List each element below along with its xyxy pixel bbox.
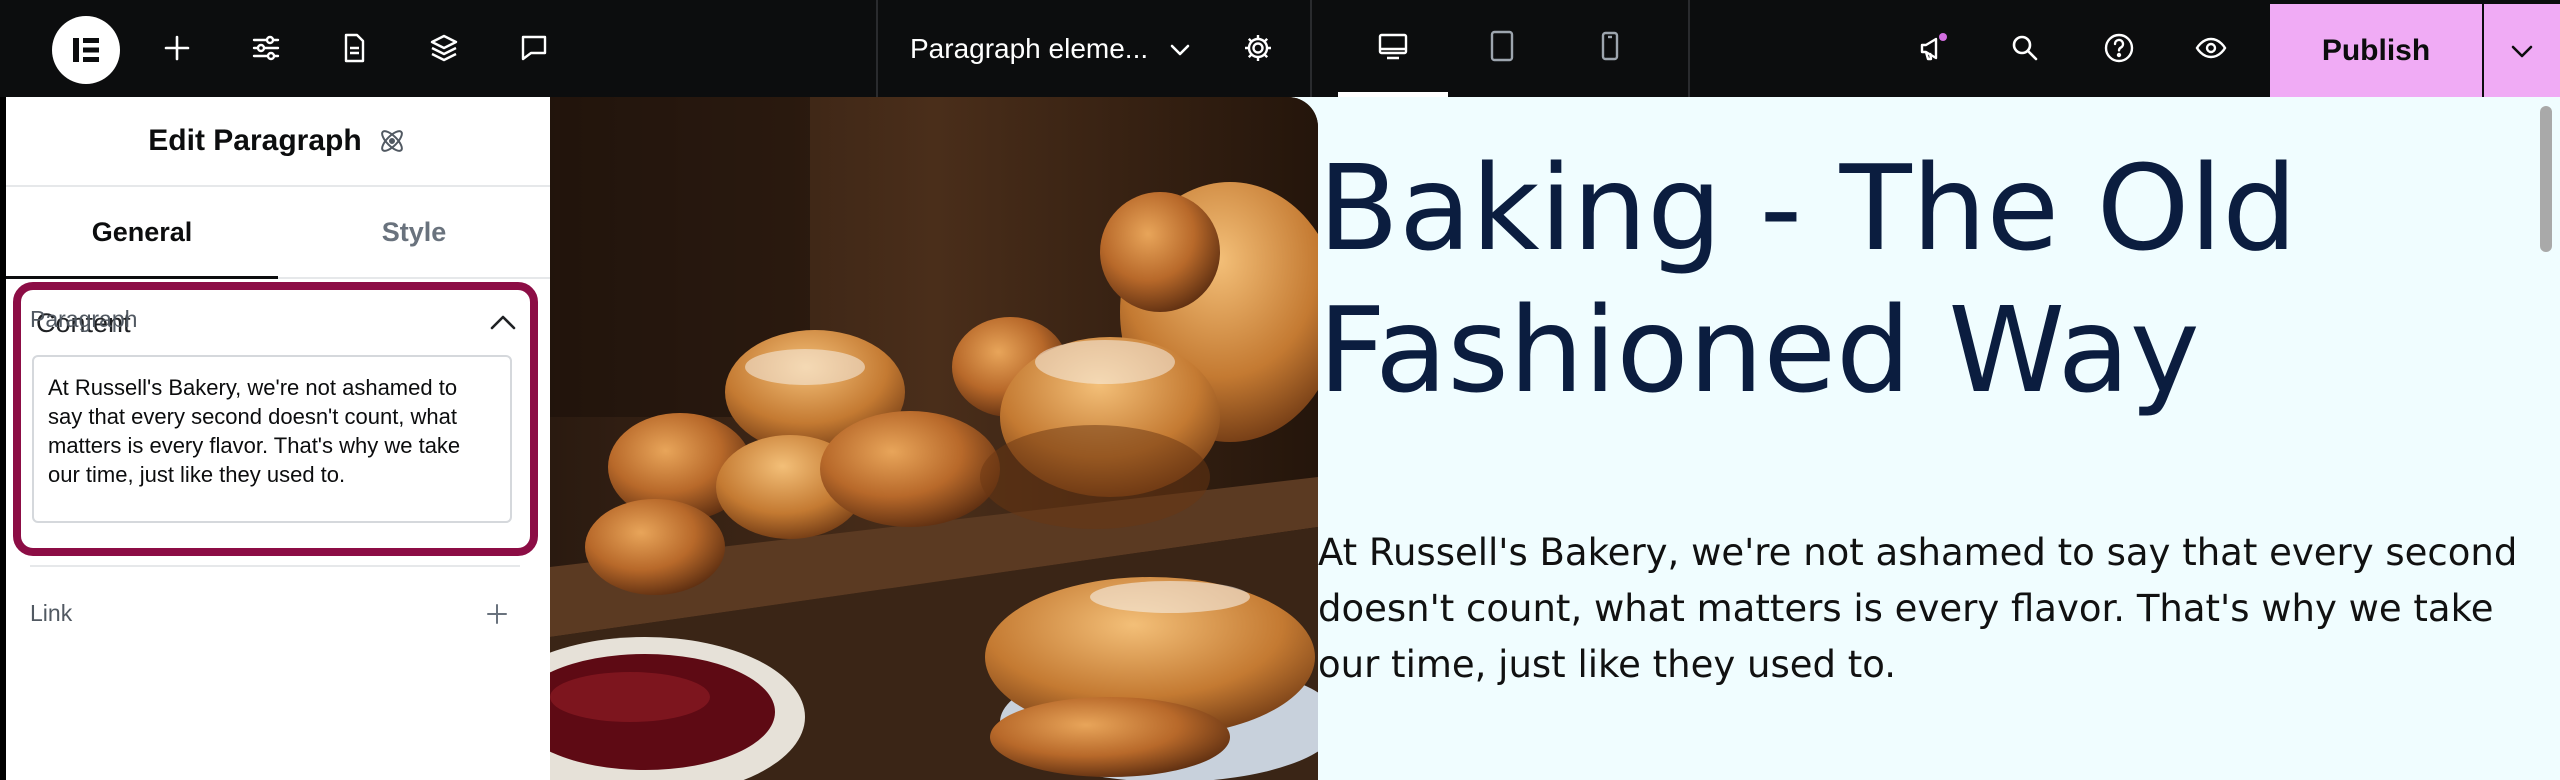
help-icon[interactable] <box>2099 28 2139 68</box>
link-label: Link <box>30 600 73 626</box>
panel-title: Edit Paragraph <box>148 124 362 157</box>
layers-icon[interactable] <box>424 28 464 68</box>
publish-options-button[interactable] <box>2484 4 2560 97</box>
canvas-scrollbar[interactable] <box>2540 106 2552 252</box>
chevron-down-icon <box>2511 45 2533 57</box>
bakery-bread-image[interactable] <box>550 97 1318 780</box>
panel-tabs: General Style <box>6 187 550 279</box>
atom-ai-icon[interactable] <box>376 125 408 157</box>
page-heading[interactable]: Baking - The Old Fashioned Way <box>1318 137 2418 421</box>
editor-canvas: Baking - The Old Fashioned Way At Russel… <box>550 97 2560 780</box>
tab-style[interactable]: Style <box>278 187 550 277</box>
active-tab-indicator <box>6 276 278 279</box>
desktop-device-icon[interactable] <box>1373 26 1413 66</box>
editor-topbar: Paragraph eleme... Publish <box>0 0 2560 97</box>
gear-icon[interactable] <box>1238 28 1278 68</box>
panel-divider <box>30 565 520 567</box>
tab-general[interactable]: General <box>6 187 278 277</box>
add-icon[interactable] <box>157 28 197 68</box>
comments-icon[interactable] <box>514 28 554 68</box>
page-settings-icon[interactable] <box>334 28 374 68</box>
mobile-device-icon[interactable] <box>1590 26 1630 66</box>
tablet-device-icon[interactable] <box>1482 26 1522 66</box>
paragraph-field-label: Paragraph <box>30 306 138 332</box>
link-control-row[interactable]: Link <box>30 600 510 627</box>
paragraph-textarea[interactable]: At Russell's Bakery, we're not ashamed t… <box>32 355 512 523</box>
sliders-icon[interactable] <box>246 28 286 68</box>
topbar-separator <box>1688 0 1690 97</box>
panel-header: Edit Paragraph <box>6 97 550 187</box>
document-title[interactable]: Paragraph eleme... <box>910 0 1148 97</box>
paragraph-widget[interactable]: At Russell's Bakery, we're not ashamed t… <box>1318 525 2538 693</box>
preview-eye-icon[interactable] <box>2191 28 2231 68</box>
add-link-icon[interactable] <box>484 601 510 627</box>
search-icon[interactable] <box>2005 28 2045 68</box>
chevron-down-icon[interactable] <box>1160 30 1200 70</box>
megaphone-icon[interactable] <box>1913 28 1953 68</box>
topbar-separator <box>1310 0 1312 97</box>
elementor-logo-icon[interactable] <box>52 16 120 84</box>
publish-button[interactable]: Publish <box>2270 4 2482 97</box>
